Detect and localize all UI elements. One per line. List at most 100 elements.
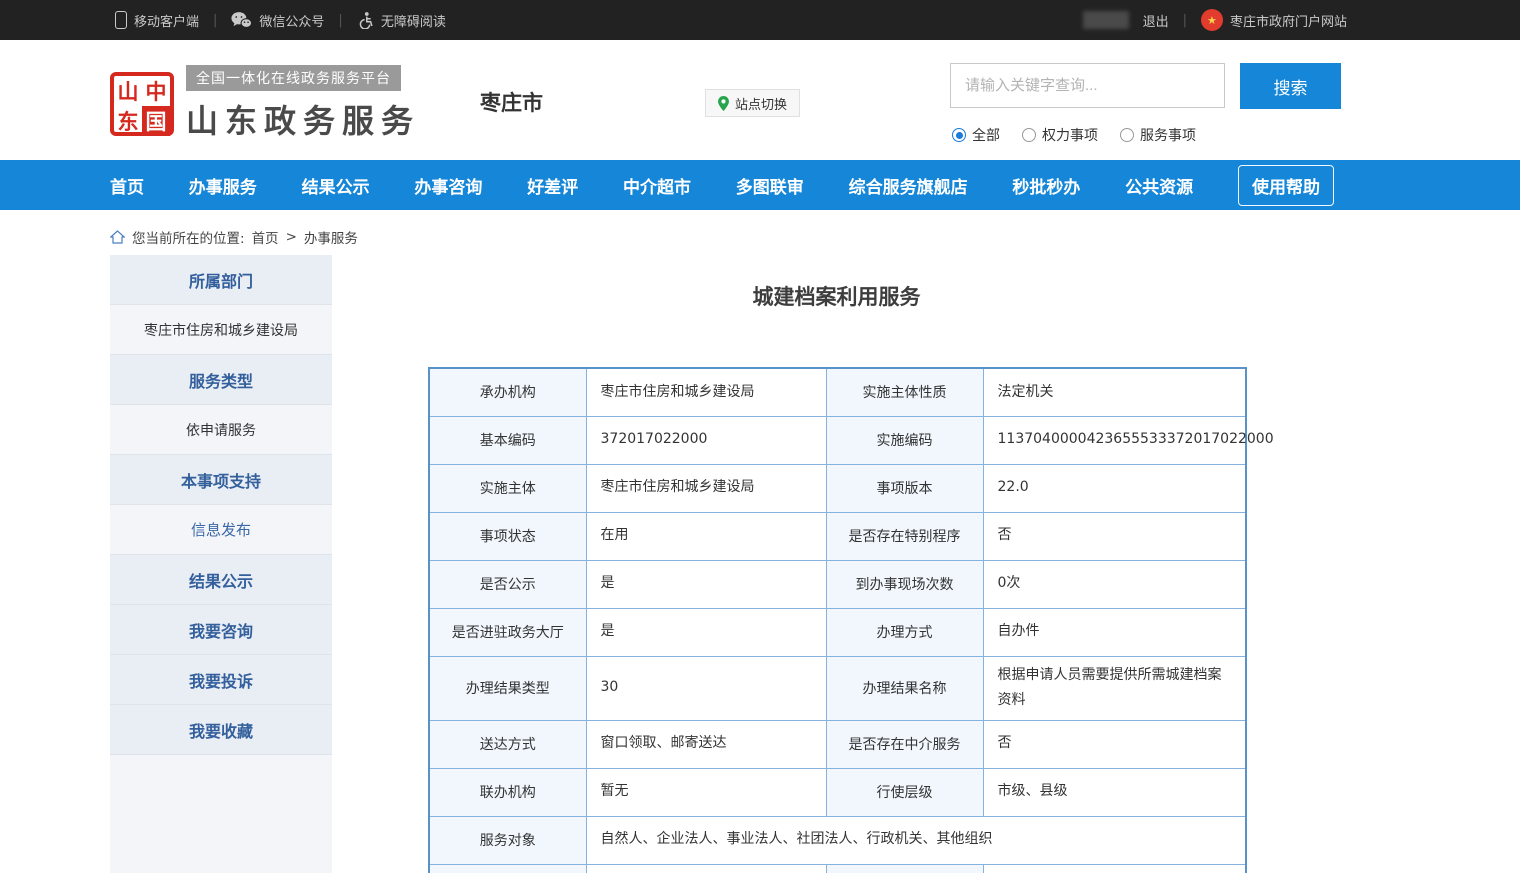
wechat-link[interactable]: 微信公众号 — [231, 11, 324, 30]
scope-all[interactable]: 全部 — [952, 125, 1000, 145]
field-value: 在用 — [586, 512, 826, 560]
divider: | — [1183, 13, 1187, 28]
portal-label: 枣庄市政府门户网站 — [1230, 11, 1347, 30]
location-pin-icon — [718, 96, 729, 111]
sidebar-item-result-publicity[interactable]: 结果公示 — [110, 555, 332, 605]
field-value: 枣庄市住房和城乡建设局 — [586, 464, 826, 512]
table-row: 承办机构 枣庄市住房和城乡建设局 实施主体性质 法定机关 — [429, 368, 1246, 416]
field-label: 办理结果名称 — [826, 656, 983, 720]
shandong-seal-logo: 山 东 中 国 — [110, 72, 174, 136]
nav-help-button[interactable]: 使用帮助 — [1238, 165, 1334, 206]
service-detail-table: 承办机构 枣庄市住房和城乡建设局 实施主体性质 法定机关 基本编码 372017… — [428, 367, 1247, 873]
site-switch-button[interactable]: 站点切换 — [705, 89, 800, 117]
divider: | — [213, 13, 217, 28]
field-label: 是否进驻政务大厅 — [429, 608, 586, 656]
table-row: 联办机构 暂无 行使层级 市级、县级 — [429, 768, 1246, 816]
site-switch-label: 站点切换 — [735, 94, 787, 113]
portal-link[interactable]: ★ 枣庄市政府门户网站 — [1201, 9, 1347, 31]
nav-public-resources[interactable]: 公共资源 — [1125, 173, 1193, 198]
field-value: 市级、县级 — [983, 768, 1246, 816]
nav-agency-market[interactable]: 中介超市 — [623, 173, 691, 198]
main-content: 城建档案利用服务 承办机构 枣庄市住房和城乡建设局 实施主体性质 法定机关 基本… — [428, 255, 1245, 873]
wechat-label: 微信公众号 — [259, 11, 324, 30]
breadcrumb-separator: > — [286, 229, 297, 245]
nav-consult[interactable]: 办事咨询 — [414, 173, 482, 198]
breadcrumb-home[interactable]: 首页 — [252, 227, 279, 247]
field-label: 行使层级 — [826, 768, 983, 816]
field-label: 服务对象 — [429, 816, 586, 864]
mobile-client-link[interactable]: 移动客户端 — [115, 11, 199, 30]
radio-icon[interactable] — [1120, 128, 1134, 142]
nav-instant-approval[interactable]: 秒批秒办 — [1012, 173, 1080, 198]
breadcrumb-prefix: 您当前所在的位置: — [132, 227, 245, 247]
scope-service-items[interactable]: 服务事项 — [1120, 125, 1196, 145]
field-label: 到办事现场次数 — [826, 560, 983, 608]
seal-char: 国 — [142, 106, 170, 136]
scope-label: 服务事项 — [1140, 125, 1196, 145]
sidebar-item-department-name[interactable]: 枣庄市住房和城乡建设局 — [110, 305, 332, 355]
sidebar-item-info-release[interactable]: 信息发布 — [110, 505, 332, 555]
radio-icon[interactable] — [1022, 128, 1036, 142]
user-name-redacted — [1083, 11, 1129, 29]
field-value — [586, 864, 826, 873]
search-scope-radios: 全部 权力事项 服务事项 — [952, 125, 1196, 145]
mobile-client-label: 移动客户端 — [134, 11, 199, 30]
scope-power-items[interactable]: 权力事项 — [1022, 125, 1098, 145]
mobile-phone-icon — [115, 11, 127, 29]
sidebar-section-department: 所属部门 — [110, 255, 332, 305]
field-value: 否 — [983, 512, 1246, 560]
city-name: 枣庄市 — [480, 87, 543, 117]
field-value: 枣庄市住房和城乡建设局 — [586, 368, 826, 416]
field-label: 办理方式 — [826, 608, 983, 656]
table-row-partial — [429, 864, 1246, 873]
table-row: 是否进驻政务大厅 是 办理方式 自办件 — [429, 608, 1246, 656]
nav-flagship-store[interactable]: 综合服务旗舰店 — [849, 173, 968, 198]
field-value: 0次 — [983, 560, 1246, 608]
sidebar-section-item-support: 本事项支持 — [110, 455, 332, 505]
nav-home[interactable]: 首页 — [110, 173, 144, 198]
home-icon — [110, 230, 125, 244]
field-label: 是否公示 — [429, 560, 586, 608]
logout-button[interactable]: 退出 — [1143, 11, 1169, 30]
field-label: 办理结果类型 — [429, 656, 586, 720]
national-emblem-icon: ★ — [1201, 9, 1223, 31]
site-header: 山 东 中 国 全国一体化在线政务服务平台 山东政务服务 枣庄市 站点切换 搜索… — [0, 40, 1520, 160]
field-label: 联办机构 — [429, 768, 586, 816]
platform-badge: 全国一体化在线政务服务平台 — [186, 65, 401, 91]
nav-rating[interactable]: 好差评 — [527, 173, 578, 198]
sidebar-item-favorite[interactable]: 我要收藏 — [110, 705, 332, 755]
table-row: 事项状态 在用 是否存在特别程序 否 — [429, 512, 1246, 560]
wechat-icon — [231, 11, 252, 29]
field-value: 根据申请人员需要提供所需城建档案资料 — [983, 656, 1246, 720]
field-label: 是否存在中介服务 — [826, 720, 983, 768]
field-value: 法定机关 — [983, 368, 1246, 416]
nav-multi-review[interactable]: 多图联审 — [736, 173, 804, 198]
table-row: 实施主体 枣庄市住房和城乡建设局 事项版本 22.0 — [429, 464, 1246, 512]
field-label: 实施主体性质 — [826, 368, 983, 416]
breadcrumb-current[interactable]: 办事服务 — [304, 227, 358, 247]
sidebar-item-on-request-service[interactable]: 依申请服务 — [110, 405, 332, 455]
nav-services[interactable]: 办事服务 — [189, 173, 257, 198]
field-value: 是 — [586, 608, 826, 656]
scope-label: 权力事项 — [1042, 125, 1098, 145]
nav-results[interactable]: 结果公示 — [302, 173, 370, 198]
sidebar-item-consult[interactable]: 我要咨询 — [110, 605, 332, 655]
field-value: 22.0 — [983, 464, 1246, 512]
table-row: 基本编码 372017022000 实施编码 11370400004236555… — [429, 416, 1246, 464]
field-label — [826, 864, 983, 873]
sidebar-section-service-type: 服务类型 — [110, 355, 332, 405]
breadcrumb: 您当前所在的位置: 首页 > 办事服务 — [110, 210, 1410, 248]
accessibility-label: 无障碍阅读 — [381, 11, 446, 30]
field-value: 窗口领取、邮寄送达 — [586, 720, 826, 768]
accessibility-link[interactable]: 无障碍阅读 — [357, 11, 446, 30]
search-input[interactable] — [950, 63, 1225, 108]
search-button[interactable]: 搜索 — [1240, 63, 1341, 109]
sidebar-item-complaint[interactable]: 我要投诉 — [110, 655, 332, 705]
seal-char: 山 — [114, 76, 142, 106]
radio-selected-icon[interactable] — [952, 128, 966, 142]
site-logo[interactable]: 山 东 中 国 全国一体化在线政务服务平台 山东政务服务 — [110, 65, 420, 142]
field-label: 是否存在特别程序 — [826, 512, 983, 560]
field-value: 30 — [586, 656, 826, 720]
field-value: 372017022000 — [586, 416, 826, 464]
table-row: 办理结果类型 30 办理结果名称 根据申请人员需要提供所需城建档案资料 — [429, 656, 1246, 720]
